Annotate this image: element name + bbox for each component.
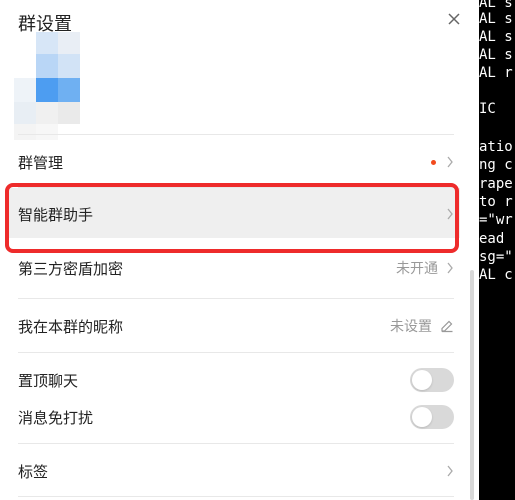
- group-settings-panel: 群设置 群管理 智能群助手 第三方密盾加密 未开通 我在本群的昵称 未设置 置顶…: [0, 0, 479, 500]
- terminal-line: AL c: [479, 267, 513, 283]
- toggle-knob: [412, 370, 432, 390]
- group-manage-label: 群管理: [18, 153, 64, 172]
- annotation-highlight-box: [5, 183, 459, 253]
- terminal-line: ng c: [479, 157, 513, 173]
- do-not-disturb-label: 消息免打扰: [18, 408, 94, 427]
- scrollbar[interactable]: [470, 270, 474, 500]
- my-nickname-label: 我在本群的昵称: [18, 317, 124, 336]
- terminal-window: AL s AL s AL s AL s AL r IC atio ng c ra…: [479, 0, 515, 500]
- my-nickname-row[interactable]: 我在本群的昵称 未设置: [18, 312, 454, 340]
- toggle-knob: [412, 407, 432, 427]
- pin-chat-label: 置顶聊天: [18, 371, 79, 390]
- terminal-line: sg=": [479, 249, 513, 265]
- terminal-line: AL s: [479, 29, 513, 45]
- do-not-disturb-row: 消息免打扰: [18, 403, 454, 431]
- terminal-line: AL s: [479, 11, 513, 27]
- chevron-right-icon: [447, 465, 453, 477]
- edit-pencil-icon[interactable]: [440, 319, 454, 333]
- pin-chat-toggle[interactable]: [410, 368, 454, 392]
- tags-row[interactable]: 标签: [18, 457, 454, 485]
- group-avatar: [0, 20, 100, 140]
- my-nickname-value: 未设置: [390, 319, 432, 335]
- do-not-disturb-toggle[interactable]: [410, 405, 454, 429]
- terminal-line: ="wr: [479, 212, 513, 228]
- terminal-line: to r: [479, 194, 513, 210]
- notification-dot: [431, 159, 436, 165]
- divider: [18, 496, 454, 497]
- tags-label: 标签: [18, 462, 49, 481]
- divider: [18, 134, 454, 135]
- third-party-encryption-status: 未开通: [396, 261, 438, 277]
- third-party-encryption-row[interactable]: 第三方密盾加密 未开通: [18, 254, 454, 282]
- terminal-line: IC: [479, 101, 496, 117]
- close-icon[interactable]: [445, 10, 463, 28]
- pin-chat-row: 置顶聊天: [18, 366, 454, 394]
- chevron-right-icon: [447, 156, 453, 168]
- terminal-line: ead: [479, 231, 505, 247]
- third-party-encryption-label: 第三方密盾加密: [18, 259, 124, 278]
- divider: [18, 352, 454, 353]
- group-manage-row[interactable]: 群管理: [18, 148, 454, 176]
- terminal-line: AL s: [479, 47, 513, 63]
- chevron-right-icon: [447, 262, 453, 274]
- divider: [18, 443, 454, 444]
- divider: [18, 298, 454, 299]
- terminal-line: rape: [479, 176, 513, 192]
- terminal-line: atio: [479, 139, 513, 155]
- terminal-line: AL r: [479, 65, 513, 81]
